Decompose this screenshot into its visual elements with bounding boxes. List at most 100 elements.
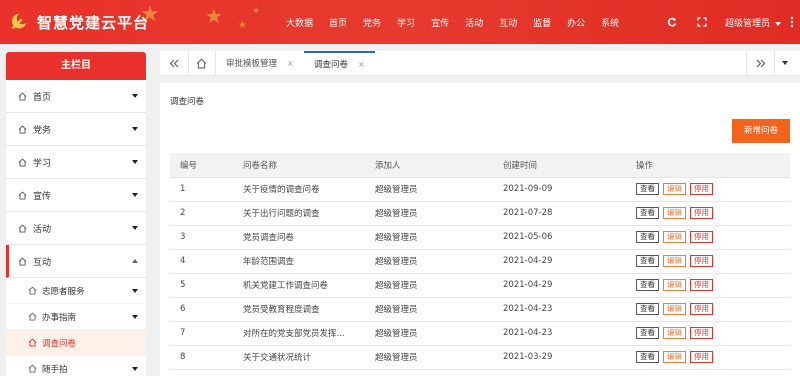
cell-date: 2021-04-29 [493, 273, 626, 298]
sidebar-item-party-affairs[interactable]: 党务 [6, 113, 146, 146]
edit-button[interactable]: 编辑 [663, 327, 686, 339]
column-header-name: 问卷名称 [233, 153, 365, 178]
sidebar-item-publicity[interactable]: 宣传 [6, 179, 146, 212]
disable-button[interactable]: 停用 [690, 231, 713, 243]
add-survey-button[interactable]: 新增问卷 [732, 119, 790, 143]
disable-button[interactable]: 停用 [690, 279, 713, 291]
edit-button[interactable]: 编辑 [663, 207, 686, 219]
tab-survey[interactable]: 调查问卷 × [304, 51, 375, 76]
cell-date: 2021-04-29 [493, 249, 626, 274]
chevron-up-icon [132, 259, 138, 263]
view-button[interactable]: 查看 [636, 351, 659, 363]
cell-actions: 查看 编辑 停用 [626, 177, 790, 202]
nav-item-party-affairs[interactable]: 党务 [363, 16, 381, 29]
cell-date: 2021-04-23 [493, 321, 626, 346]
sidebar-subitem-volunteer[interactable]: 志愿者服务 [6, 278, 146, 304]
sidebar: 主栏目 首页 党务 学习 宣传 活动 互动 志愿者服务 办事指南 调查问卷 随手… [6, 52, 146, 376]
decorative-star-icon: ★ [205, 4, 223, 28]
refresh-icon[interactable] [667, 17, 677, 27]
cell-id: 7 [170, 321, 233, 346]
cell-date: 2021-07-28 [493, 201, 626, 226]
view-button[interactable]: 查看 [636, 327, 659, 339]
view-button[interactable]: 查看 [636, 231, 659, 243]
sidebar-subitem-label: 志愿者服务 [42, 286, 85, 297]
sidebar-subitem-label: 随手拍 [42, 364, 68, 375]
edit-button[interactable]: 编辑 [663, 303, 686, 315]
edit-button[interactable]: 编辑 [663, 255, 686, 267]
decorative-star-icon: ★ [238, 20, 247, 31]
edit-button[interactable]: 编辑 [663, 183, 686, 195]
edit-button[interactable]: 编辑 [663, 279, 686, 291]
edit-button[interactable]: 编辑 [663, 351, 686, 363]
nav-item-supervision[interactable]: 监督 [533, 16, 551, 29]
sidebar-subitem-guide[interactable]: 办事指南 [6, 304, 146, 330]
sidebar-item-label: 学习 [33, 158, 52, 169]
home-tab-icon[interactable] [196, 58, 207, 69]
disable-button[interactable]: 停用 [690, 303, 713, 315]
view-button[interactable]: 查看 [636, 255, 659, 267]
cell-name: 机关党建工作调查问卷 [233, 273, 365, 298]
view-button[interactable]: 查看 [636, 183, 659, 195]
cell-creator: 超级管理员 [365, 249, 493, 274]
cell-date: 2021-05-06 [493, 225, 626, 250]
more-vertical-icon[interactable] [790, 16, 794, 28]
cell-actions: 查看 编辑 停用 [626, 297, 790, 322]
cell-id: 1 [170, 177, 233, 202]
cell-name: 年龄范围调查 [233, 249, 365, 274]
double-chevron-left-icon[interactable] [169, 59, 179, 68]
sidebar-item-home[interactable]: 首页 [6, 80, 146, 113]
disable-button[interactable]: 停用 [690, 327, 713, 339]
nav-item-system[interactable]: 系统 [601, 16, 619, 29]
nav-item-bigdata[interactable]: 大数据 [286, 16, 313, 29]
nav-item-interaction[interactable]: 互动 [499, 16, 517, 29]
top-header: ★ ★ ★ ★ 智慧党建云平台 大数据 首页 党务 学习 宣传 活动 互动 监督… [0, 0, 800, 44]
column-header-date: 创建时间 [493, 153, 626, 178]
decorative-star-icon: ★ [252, 6, 261, 16]
table-row: 4 年龄范围调查 超级管理员 2021-04-29 查看 编辑 停用 [170, 249, 790, 274]
disable-button[interactable]: 停用 [690, 351, 713, 363]
edit-button[interactable]: 编辑 [663, 231, 686, 243]
nav-item-publicity[interactable]: 宣传 [431, 16, 449, 29]
chevron-down-icon [132, 289, 138, 293]
table-row: 8 关于交通状况统计 超级管理员 2021-03-29 查看 编辑 停用 [170, 345, 790, 370]
chevron-down-icon [132, 193, 138, 197]
cell-date: 2021-09-09 [493, 177, 626, 202]
sidebar-subitem-survey[interactable]: 调查问卷 [6, 330, 146, 356]
sidebar-subitem-label: 调查问卷 [42, 338, 77, 349]
party-emblem-icon[interactable] [8, 11, 30, 33]
cell-creator: 超级管理员 [365, 297, 493, 322]
nav-item-activity[interactable]: 活动 [465, 16, 483, 29]
tab-approval-template[interactable]: 审批模板管理 × [226, 51, 294, 76]
disable-button[interactable]: 停用 [690, 183, 713, 195]
tab-menu-chevron-down-icon[interactable] [782, 61, 788, 65]
disable-button[interactable]: 停用 [690, 207, 713, 219]
sidebar-item-activity[interactable]: 活动 [6, 212, 146, 245]
cell-id: 4 [170, 249, 233, 274]
sidebar-item-study[interactable]: 学习 [6, 146, 146, 179]
cell-creator: 超级管理员 [365, 177, 493, 202]
home-icon [28, 364, 37, 373]
close-icon[interactable]: × [358, 60, 365, 69]
user-menu[interactable]: 超级管理员 [725, 16, 781, 29]
nav-item-study[interactable]: 学习 [397, 16, 415, 29]
survey-table: 编号 问卷名称 添加人 创建时间 操作 1 关于疫情的调查问卷 超级管理员 20… [170, 153, 790, 370]
view-button[interactable]: 查看 [636, 207, 659, 219]
double-chevron-right-icon[interactable] [756, 59, 766, 68]
sidebar-item-interaction[interactable]: 互动 [6, 245, 146, 278]
cell-name: 关于出行问题的调查 [233, 201, 365, 226]
fullscreen-icon[interactable] [697, 17, 707, 27]
cell-creator: 超级管理员 [365, 345, 493, 370]
view-button[interactable]: 查看 [636, 303, 659, 315]
view-button[interactable]: 查看 [636, 279, 659, 291]
chevron-down-icon [132, 315, 138, 319]
column-header-id: 编号 [170, 153, 233, 178]
sidebar-subitem-snapshot[interactable]: 随手拍 [6, 356, 146, 376]
nav-item-office[interactable]: 办公 [567, 16, 585, 29]
nav-item-home[interactable]: 首页 [329, 16, 347, 29]
disable-button[interactable]: 停用 [690, 255, 713, 267]
tab-bar: 审批模板管理 × 调查问卷 × [160, 51, 800, 76]
close-icon[interactable]: × [287, 59, 294, 68]
app-title[interactable]: 智慧党建云平台 [37, 12, 149, 33]
home-icon [18, 157, 27, 167]
column-header-creator: 添加人 [365, 153, 493, 178]
